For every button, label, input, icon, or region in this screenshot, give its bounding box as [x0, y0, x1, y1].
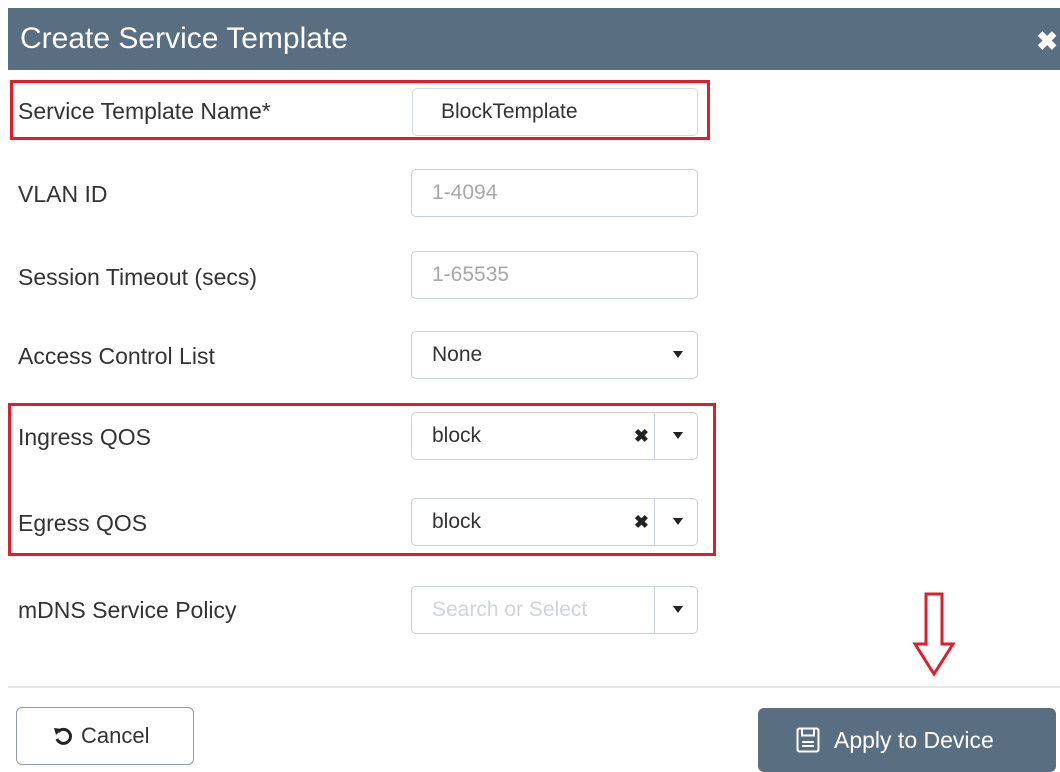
undo-icon: [54, 727, 72, 745]
mdns-service-policy-label: mDNS Service Policy: [18, 597, 237, 623]
footer-divider: [8, 686, 1060, 688]
dialog-titlebar: Create Service Template ✖: [8, 8, 1060, 70]
access-control-list-select[interactable]: None: [411, 331, 698, 379]
down-arrow-icon: [912, 592, 956, 677]
session-timeout-placeholder: 1-65535: [432, 263, 510, 286]
highlight-box-qos: [8, 403, 716, 556]
close-icon[interactable]: ✖: [1036, 28, 1058, 54]
cancel-button-label: Cancel: [81, 723, 150, 748]
access-control-list-value: None: [432, 343, 483, 366]
vlan-id-input[interactable]: 1-4094: [411, 169, 698, 217]
chevron-down-icon[interactable]: [673, 606, 683, 613]
dialog-title: Create Service Template: [20, 22, 348, 55]
cancel-button[interactable]: Cancel: [16, 707, 194, 765]
save-icon: [796, 727, 820, 753]
select-divider: [653, 587, 655, 633]
session-timeout-label: Session Timeout (secs): [18, 264, 258, 290]
apply-to-device-label: Apply to Device: [834, 727, 994, 753]
create-service-template-dialog: Create Service Template ✖ Service Templa…: [0, 0, 1060, 772]
mdns-service-policy-select[interactable]: Search or Select: [411, 586, 698, 634]
session-timeout-input[interactable]: 1-65535: [411, 251, 698, 299]
vlan-id-label: VLAN ID: [18, 181, 108, 207]
vlan-id-placeholder: 1-4094: [432, 181, 498, 204]
highlight-box-template-name: [10, 80, 710, 140]
chevron-down-icon[interactable]: [673, 351, 683, 358]
mdns-service-policy-placeholder: Search or Select: [432, 598, 588, 621]
access-control-list-label: Access Control List: [18, 343, 215, 369]
apply-to-device-button[interactable]: Apply to Device: [758, 708, 1056, 772]
